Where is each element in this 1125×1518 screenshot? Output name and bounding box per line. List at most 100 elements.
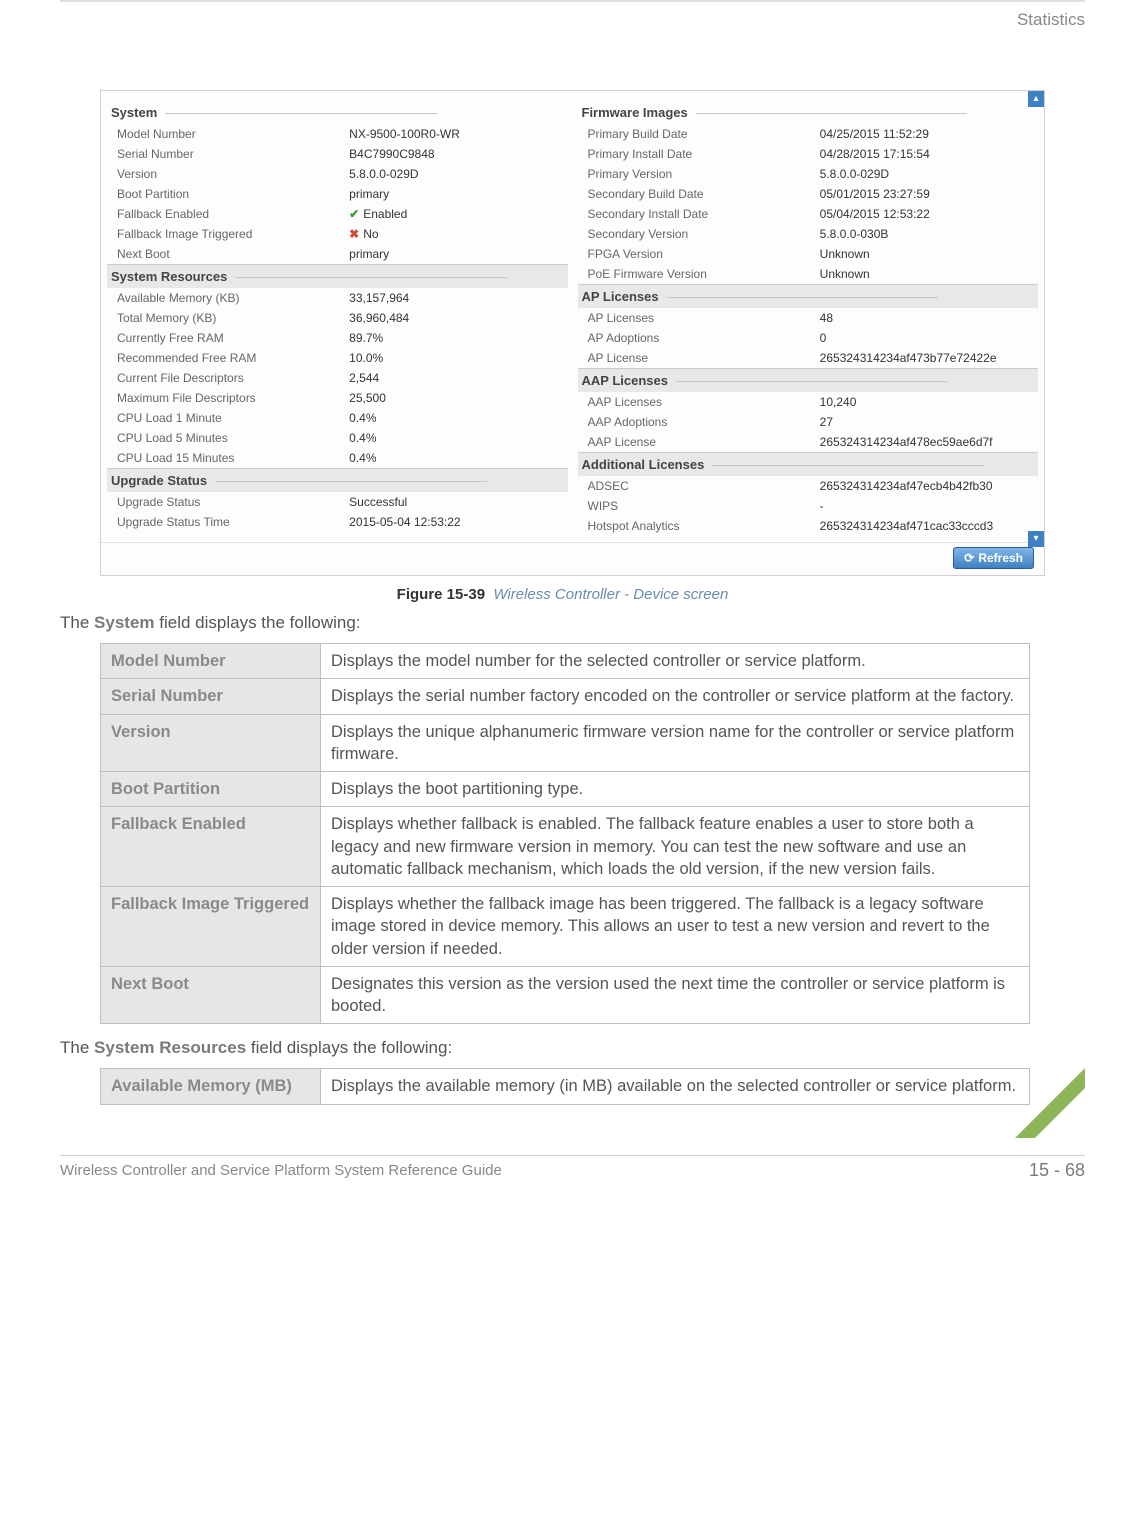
kv-row: AAP Licenses10,240 <box>578 392 1039 412</box>
kv-row: Primary Build Date04/25/2015 11:52:29 <box>578 124 1039 144</box>
kv-row: Recommended Free RAM10.0% <box>107 348 568 368</box>
table-row: Available Memory (MB)Displays the availa… <box>101 1069 1030 1104</box>
term-cell: Available Memory (MB) <box>101 1069 321 1104</box>
kv-row: FPGA VersionUnknown <box>578 244 1039 264</box>
table-row: Model NumberDisplays the model number fo… <box>101 644 1030 679</box>
kv-row: CPU Load 1 Minute0.4% <box>107 408 568 428</box>
kv-key: Total Memory (KB) <box>117 311 349 325</box>
table-row: Fallback EnabledDisplays whether fallbac… <box>101 807 1030 887</box>
kv-key: Secondary Version <box>588 227 820 241</box>
kv-row: AP Licenses48 <box>578 308 1039 328</box>
section-title: AAP Licenses <box>578 368 1039 392</box>
refresh-icon: ⟳ <box>964 551 974 565</box>
kv-row: Upgrade Status Time2015-05-04 12:53:22 <box>107 512 568 532</box>
table-row: Next BootDesignates this version as the … <box>101 966 1030 1024</box>
kv-value: 2,544 <box>349 371 563 385</box>
kv-row: Fallback Image Triggered✖No <box>107 224 568 244</box>
kv-value: 05/04/2015 12:53:22 <box>820 207 1034 221</box>
kv-value: 265324314234af471cac33cccd3 <box>820 519 1034 533</box>
intro-resources: The System Resources field displays the … <box>60 1038 1065 1058</box>
kv-row: ADSEC265324314234af47ecb4b42fb30 <box>578 476 1039 496</box>
term-cell: Fallback Enabled <box>101 807 321 887</box>
kv-key: Current File Descriptors <box>117 371 349 385</box>
desc-cell: Displays the model number for the select… <box>321 644 1030 679</box>
kv-row: Next Bootprimary <box>107 244 568 264</box>
kv-key: Upgrade Status Time <box>117 515 349 529</box>
page-corner-decoration <box>1015 1068 1085 1138</box>
kv-value: 265324314234af478ec59ae6d7f <box>820 435 1034 449</box>
kv-row: Available Memory (KB)33,157,964 <box>107 288 568 308</box>
kv-row: Secondary Build Date05/01/2015 23:27:59 <box>578 184 1039 204</box>
kv-key: Next Boot <box>117 247 349 261</box>
table-row: Boot PartitionDisplays the boot partitio… <box>101 772 1030 807</box>
refresh-label: Refresh <box>978 551 1023 565</box>
kv-value: 10.0% <box>349 351 563 365</box>
kv-value: 33,157,964 <box>349 291 563 305</box>
desc-cell: Displays the serial number factory encod… <box>321 679 1030 714</box>
intro-system: The System field displays the following: <box>60 613 1065 633</box>
kv-row: AAP License265324314234af478ec59ae6d7f <box>578 432 1039 452</box>
figure-number: Figure 15-39 <box>397 586 485 603</box>
kv-key: AAP Licenses <box>588 395 820 409</box>
term-cell: Boot Partition <box>101 772 321 807</box>
kv-key: Currently Free RAM <box>117 331 349 345</box>
footer-title: Wireless Controller and Service Platform… <box>60 1162 502 1179</box>
system-fields-table: Model NumberDisplays the model number fo… <box>100 643 1030 1024</box>
figure-title: Wireless Controller - Device screen <box>493 586 728 603</box>
kv-value: 5.8.0.0-029D <box>820 167 1034 181</box>
kv-key: Available Memory (KB) <box>117 291 349 305</box>
term-cell: Model Number <box>101 644 321 679</box>
term-cell: Fallback Image Triggered <box>101 887 321 967</box>
kv-value: 0 <box>820 331 1034 345</box>
kv-key: CPU Load 5 Minutes <box>117 431 349 445</box>
kv-key: PoE Firmware Version <box>588 267 820 281</box>
breadcrumb: Statistics <box>0 2 1125 30</box>
page-footer: Wireless Controller and Service Platform… <box>60 1155 1085 1180</box>
kv-row: CPU Load 5 Minutes0.4% <box>107 428 568 448</box>
kv-value: 0.4% <box>349 411 563 425</box>
kv-value: - <box>820 499 1034 513</box>
refresh-button[interactable]: ⟳ Refresh <box>953 547 1034 569</box>
kv-value: 89.7% <box>349 331 563 345</box>
desc-cell: Displays whether the fallback image has … <box>321 887 1030 967</box>
kv-row: Primary Install Date04/28/2015 17:15:54 <box>578 144 1039 164</box>
kv-key: ADSEC <box>588 479 820 493</box>
kv-row: Boot Partitionprimary <box>107 184 568 204</box>
section-title: AP Licenses <box>578 284 1039 308</box>
table-row: Fallback Image TriggeredDisplays whether… <box>101 887 1030 967</box>
kv-value: primary <box>349 247 563 261</box>
kv-value: 5.8.0.0-030B <box>820 227 1034 241</box>
scroll-down-icon[interactable]: ▾ <box>1028 531 1044 547</box>
kv-value: 25,500 <box>349 391 563 405</box>
kv-row: Model NumberNX-9500-100R0-WR <box>107 124 568 144</box>
kv-key: Fallback Image Triggered <box>117 227 349 241</box>
kv-row: AP License265324314234af473b77e72422e <box>578 348 1039 368</box>
kv-key: AP Adoptions <box>588 331 820 345</box>
figure-caption: Figure 15-39 Wireless Controller - Devic… <box>0 586 1125 603</box>
desc-cell: Displays the boot partitioning type. <box>321 772 1030 807</box>
kv-key: Recommended Free RAM <box>117 351 349 365</box>
desc-cell: Displays the available memory (in MB) av… <box>321 1069 1030 1104</box>
kv-key: AAP License <box>588 435 820 449</box>
kv-row: WIPS- <box>578 496 1039 516</box>
kv-key: FPGA Version <box>588 247 820 261</box>
kv-row: AP Adoptions0 <box>578 328 1039 348</box>
kv-value: 2015-05-04 12:53:22 <box>349 515 563 529</box>
kv-value: Successful <box>349 495 563 509</box>
kv-value: 04/25/2015 11:52:29 <box>820 127 1034 141</box>
section-title: System <box>107 101 568 124</box>
kv-row: Primary Version5.8.0.0-029D <box>578 164 1039 184</box>
kv-row: Currently Free RAM89.7% <box>107 328 568 348</box>
kv-key: AP Licenses <box>588 311 820 325</box>
system-resources-table: Available Memory (MB)Displays the availa… <box>100 1068 1030 1104</box>
kv-key: WIPS <box>588 499 820 513</box>
check-icon: ✔ <box>349 207 359 221</box>
kv-value: 05/01/2015 23:27:59 <box>820 187 1034 201</box>
kv-value: 10,240 <box>820 395 1034 409</box>
kv-key: Boot Partition <box>117 187 349 201</box>
kv-row: Serial NumberB4C7990C9848 <box>107 144 568 164</box>
kv-key: Primary Version <box>588 167 820 181</box>
kv-value: 0.4% <box>349 431 563 445</box>
kv-key: Primary Build Date <box>588 127 820 141</box>
kv-value: 27 <box>820 415 1034 429</box>
